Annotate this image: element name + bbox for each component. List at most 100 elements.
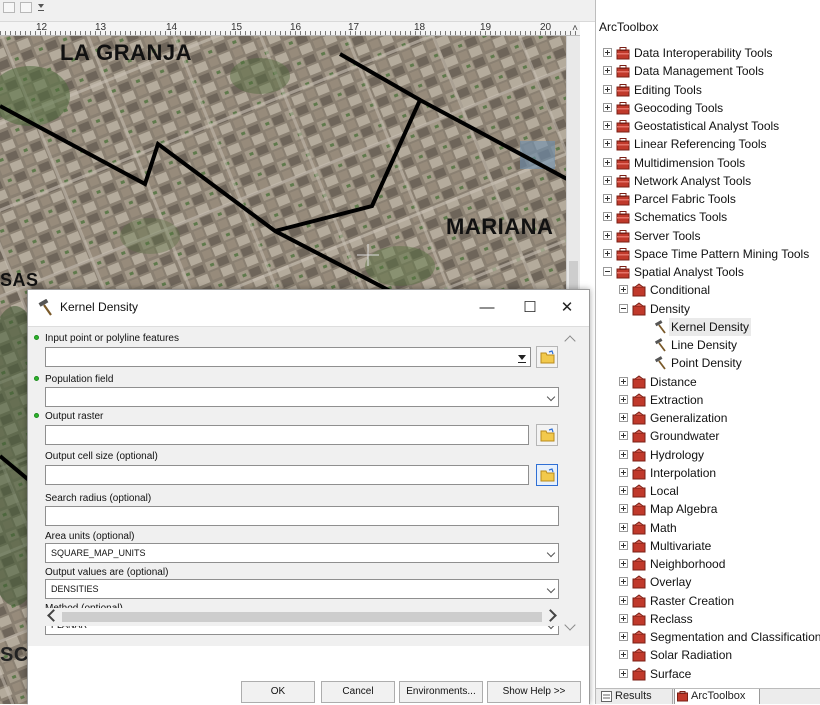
tree-item[interactable]: Space Time Pattern Mining Tools (596, 245, 820, 263)
expand-icon[interactable] (619, 431, 628, 440)
expand-icon[interactable] (603, 158, 612, 167)
dialog-vertical-scrollbar[interactable] (563, 331, 579, 647)
tree-item[interactable]: Map Algebra (596, 500, 820, 518)
tab-results[interactable]: Results (599, 689, 673, 704)
tree-item[interactable]: Hydrology (596, 446, 820, 464)
tree-item[interactable]: Interpolation (596, 464, 820, 482)
tree-item[interactable]: Raster Creation (596, 592, 820, 610)
expand-icon[interactable] (619, 504, 628, 513)
chevron-down-icon[interactable] (546, 584, 556, 594)
input-features-combo[interactable] (45, 347, 531, 367)
expand-icon[interactable] (619, 632, 628, 641)
expand-icon[interactable] (603, 212, 612, 221)
tree-item[interactable]: Generalization (596, 409, 820, 427)
expand-icon[interactable] (619, 669, 628, 678)
expand-icon[interactable] (619, 450, 628, 459)
horizontal-scroll-thumb[interactable] (62, 612, 542, 622)
expand-icon[interactable] (603, 85, 612, 94)
expand-icon[interactable] (619, 614, 628, 623)
tree-item[interactable]: Editing Tools (596, 81, 820, 99)
expand-icon[interactable] (603, 231, 612, 240)
minimize-icon[interactable]: — (475, 296, 499, 320)
scroll-left-icon[interactable] (47, 609, 60, 622)
tree-item[interactable]: Overlay (596, 573, 820, 591)
expand-icon[interactable] (619, 486, 628, 495)
scroll-down-icon[interactable] (564, 619, 576, 631)
tree-item[interactable]: Multidimension Tools (596, 154, 820, 172)
chevron-down-icon[interactable] (518, 355, 526, 363)
tree-item[interactable]: Linear Referencing Tools (596, 135, 820, 153)
browse-cell-size-button[interactable] (536, 464, 558, 486)
ruler-scroll-up-icon[interactable]: ˄ (572, 23, 578, 34)
tree-item[interactable]: Extraction (596, 391, 820, 409)
close-icon[interactable]: ✕ (555, 296, 579, 320)
tree-item[interactable]: Network Analyst Tools (596, 172, 820, 190)
tree-item[interactable]: Segmentation and Classification (596, 628, 820, 646)
expand-icon[interactable] (603, 194, 612, 203)
population-field-select[interactable] (45, 387, 559, 407)
expand-icon[interactable] (603, 103, 612, 112)
tree-item[interactable]: Data Management Tools (596, 62, 820, 80)
tree-item[interactable]: Local (596, 482, 820, 500)
collapse-icon[interactable] (619, 304, 628, 313)
toolbar-button-2[interactable] (20, 2, 32, 13)
expand-icon[interactable] (619, 650, 628, 659)
tree-item[interactable]: Server Tools (596, 227, 820, 245)
expand-icon[interactable] (619, 468, 628, 477)
scroll-right-icon[interactable] (544, 609, 557, 622)
expand-icon[interactable] (619, 377, 628, 386)
tree-item[interactable]: Math (596, 519, 820, 537)
expand-icon[interactable] (603, 121, 612, 130)
dialog-horizontal-scrollbar[interactable] (45, 608, 559, 626)
search-radius-input[interactable] (45, 506, 559, 526)
toolbar-button-1[interactable] (3, 2, 15, 13)
tree-item[interactable]: Data Interoperability Tools (596, 44, 820, 62)
tree-item[interactable]: Line Density (596, 336, 820, 354)
tree-item[interactable]: Surface (596, 665, 820, 683)
tree-item[interactable]: Neighborhood (596, 555, 820, 573)
ok-button[interactable]: OK (241, 681, 315, 703)
expand-icon[interactable] (619, 413, 628, 422)
output-raster-input[interactable] (45, 425, 529, 445)
tree-item[interactable]: Kernel Density (596, 318, 820, 336)
tree-item[interactable]: Schematics Tools (596, 208, 820, 226)
output-values-select[interactable]: DENSITIES (45, 579, 559, 599)
toolbar-dropdown-icon[interactable] (38, 4, 44, 11)
tree-item[interactable]: Conditional (596, 281, 820, 299)
expand-icon[interactable] (603, 48, 612, 57)
tree-item[interactable]: Parcel Fabric Tools (596, 190, 820, 208)
cell-size-input[interactable] (45, 465, 529, 485)
tree-item[interactable]: Groundwater (596, 427, 820, 445)
tree-item[interactable]: Reclass (596, 610, 820, 628)
expand-icon[interactable] (619, 541, 628, 550)
tree-item[interactable]: Geostatistical Analyst Tools (596, 117, 820, 135)
tree-item[interactable]: Solar Radiation (596, 646, 820, 664)
tab-arctoolbox[interactable]: ArcToolbox (674, 689, 760, 704)
expand-icon[interactable] (619, 559, 628, 568)
environments-button[interactable]: Environments... (399, 681, 483, 703)
area-units-select[interactable]: SQUARE_MAP_UNITS (45, 543, 559, 563)
expand-icon[interactable] (603, 66, 612, 75)
show-help-button[interactable]: Show Help >> (487, 681, 581, 703)
tree-item[interactable]: Geocoding Tools (596, 99, 820, 117)
expand-icon[interactable] (619, 596, 628, 605)
collapse-icon[interactable] (603, 267, 612, 276)
expand-icon[interactable] (619, 395, 628, 404)
expand-icon[interactable] (619, 523, 628, 532)
browse-input-button[interactable] (536, 346, 558, 368)
tree-item[interactable]: Distance (596, 373, 820, 391)
browse-output-button[interactable] (536, 424, 558, 446)
cancel-button[interactable]: Cancel (321, 681, 395, 703)
dialog-title-bar[interactable]: Kernel Density — ☐ ✕ (28, 290, 589, 326)
scroll-up-icon[interactable] (564, 335, 576, 347)
chevron-down-icon[interactable] (546, 548, 556, 558)
maximize-icon[interactable]: ☐ (518, 296, 542, 320)
tree-item[interactable]: Multivariate (596, 537, 820, 555)
expand-icon[interactable] (603, 139, 612, 148)
tree-item[interactable]: Spatial Analyst Tools (596, 263, 820, 281)
expand-icon[interactable] (619, 577, 628, 586)
chevron-down-icon[interactable] (546, 392, 556, 402)
tree-item[interactable]: Density (596, 300, 820, 318)
expand-icon[interactable] (603, 176, 612, 185)
expand-icon[interactable] (619, 285, 628, 294)
